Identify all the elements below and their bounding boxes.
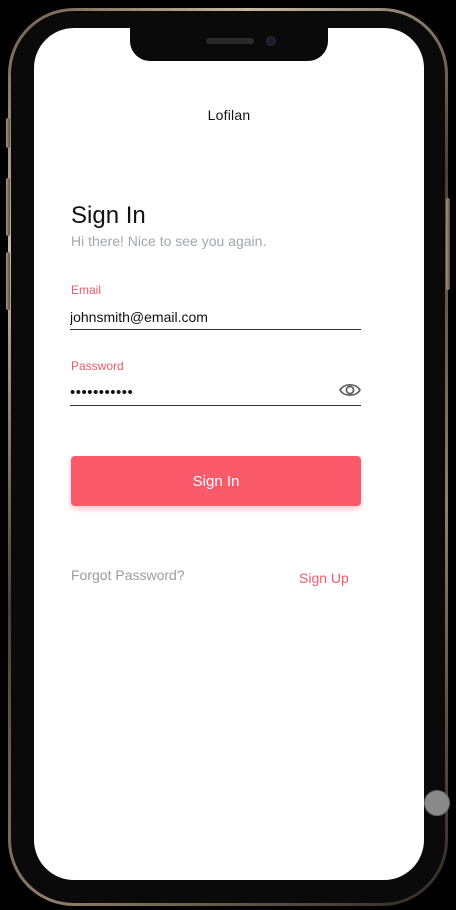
phone-notch — [130, 28, 328, 61]
password-label: Password — [71, 359, 124, 373]
assistive-touch-button[interactable] — [424, 790, 450, 816]
email-field[interactable] — [70, 305, 361, 329]
front-camera — [266, 36, 276, 46]
page-subtitle: Hi there! Nice to see you again. — [71, 233, 267, 249]
mute-switch — [6, 118, 10, 148]
email-label: Email — [71, 283, 102, 297]
volume-down-button — [6, 252, 10, 310]
sign-in-button[interactable]: Sign In — [71, 456, 361, 506]
password-field[interactable]: ••••••••••• — [70, 381, 361, 405]
sign-up-link[interactable]: Sign Up — [299, 570, 349, 586]
eye-icon[interactable] — [339, 381, 361, 399]
speaker-grille — [206, 38, 254, 44]
forgot-password-link[interactable]: Forgot Password? — [71, 567, 185, 583]
password-underline — [70, 405, 361, 406]
app-screen: Lofilan Sign In Hi there! Nice to see yo… — [34, 28, 424, 880]
email-underline — [70, 329, 361, 330]
page-title: Sign In — [71, 202, 146, 229]
volume-up-button — [6, 178, 10, 236]
power-button — [446, 198, 450, 290]
app-title: Lofilan — [207, 107, 251, 123]
